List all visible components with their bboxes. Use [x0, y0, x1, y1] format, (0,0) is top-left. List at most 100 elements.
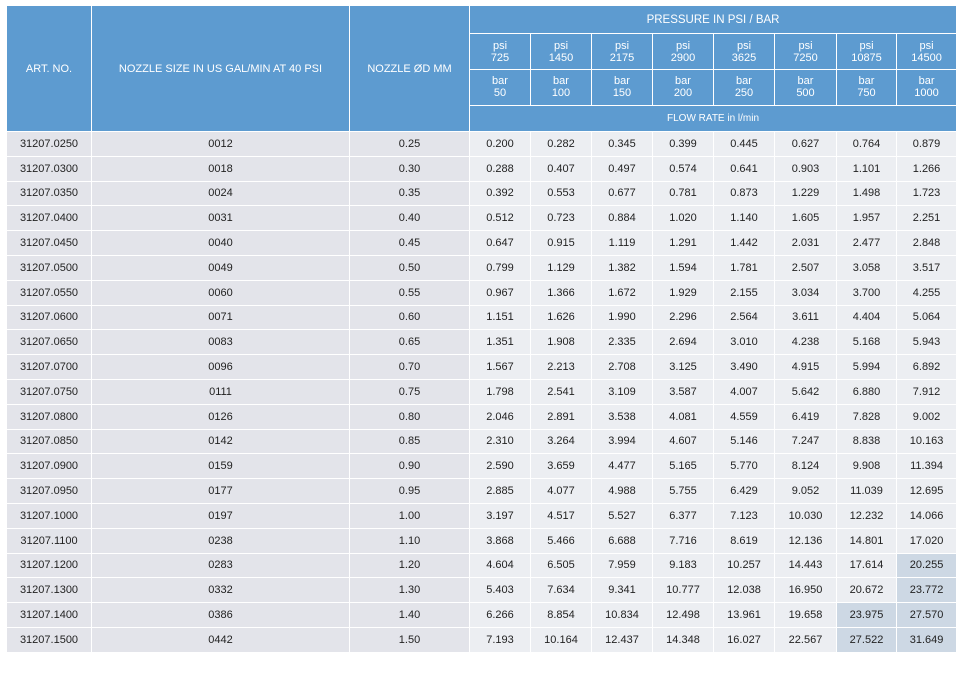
art-no-cell: 31207.1300 — [6, 577, 92, 604]
flow-rate-cell: 3.587 — [652, 378, 714, 405]
table-row: 31207.0850 0142 0.85 2.310 3.264 3.994 4.607 5.… — [6, 428, 958, 455]
flow-rate-cell: 31.649 — [895, 626, 958, 653]
table-row: 31207.0950 0177 0.95 2.885 4.077 4.988 5.755 6.… — [6, 478, 958, 504]
flow-rate-cell: 3.611 — [774, 304, 837, 331]
flow-rate-cell: 27.570 — [895, 602, 958, 628]
flow-rate-cell: 20.255 — [895, 552, 958, 579]
flow-rate-cell: 5.994 — [836, 354, 897, 380]
flow-rate-cell: 6.419 — [774, 403, 837, 430]
flow-rate-cell: 5.642 — [774, 378, 837, 405]
flow-rate-cell: 2.848 — [895, 230, 958, 256]
flow-rate-cell: 2.885 — [469, 478, 531, 504]
flow-rate-cell: 3.994 — [591, 428, 653, 455]
flow-rate-cell: 2.251 — [895, 205, 958, 232]
flow-rate-cell: 14.066 — [895, 502, 958, 529]
psi-value: 1450 — [548, 51, 574, 64]
psi-header-cell: psi 1450 — [530, 33, 592, 71]
flow-rate-cell: 2.477 — [836, 230, 897, 256]
flow-rate-cell: 0.553 — [530, 180, 592, 207]
art-no-cell: 31207.0950 — [6, 478, 92, 504]
flow-rate-cell: 8.619 — [713, 527, 775, 554]
nozzle-diameter-cell: 0.35 — [349, 180, 470, 207]
psi-value: 7250 — [793, 51, 818, 64]
bar-value: 500 — [796, 87, 815, 100]
flow-rate-cell: 17.614 — [836, 552, 897, 579]
flow-rate-cell: 11.394 — [895, 453, 958, 480]
flow-rate-cell: 1.723 — [895, 180, 958, 207]
nozzle-diameter-cell: 0.80 — [349, 403, 470, 430]
flow-rate-cell: 9.052 — [774, 478, 837, 504]
flow-rate-cell: 6.505 — [530, 552, 592, 579]
art-no-cell: 31207.0700 — [6, 354, 92, 380]
flow-rate-cell: 5.466 — [530, 527, 592, 554]
nozzle-size-cell: 0142 — [91, 428, 350, 455]
art-no-cell: 31207.0600 — [6, 304, 92, 331]
nozzle-diameter-cell: 1.30 — [349, 577, 470, 604]
flow-rate-cell: 2.031 — [774, 230, 837, 256]
header-flow-rate: FLOW RATE in l/min — [468, 104, 958, 133]
flow-rate-cell: 2.046 — [469, 403, 531, 430]
nozzle-size-cell: 0031 — [91, 205, 350, 232]
flow-rate-cell: 5.064 — [895, 304, 958, 331]
flow-rate-cell: 7.193 — [469, 626, 531, 653]
flow-rate-cell: 0.574 — [652, 155, 714, 182]
art-no-cell: 31207.1500 — [6, 626, 92, 653]
flow-rate-cell: 1.101 — [836, 155, 897, 182]
flow-rate-cell: 12.695 — [895, 478, 958, 504]
bar-header-cell: bar 1000 — [895, 69, 958, 106]
table-row: 31207.0550 0060 0.55 0.967 1.366 1.672 1.929 2.… — [6, 279, 958, 306]
art-no-cell: 31207.0650 — [6, 329, 92, 356]
flow-rate-cell: 0.879 — [895, 131, 958, 157]
table-row: 31207.0350 0024 0.35 0.392 0.553 0.677 0.781 0.… — [6, 180, 958, 207]
flow-rate-cell: 23.772 — [895, 577, 958, 604]
psi-unit-label: psi — [675, 39, 691, 52]
flow-rate-cell: 4.077 — [530, 478, 592, 504]
flow-rate-cell: 2.507 — [774, 254, 837, 281]
nozzle-diameter-cell: 0.60 — [349, 304, 470, 331]
bar-unit-label: bar — [797, 75, 814, 88]
flow-rate-cell: 5.527 — [591, 502, 653, 529]
psi-header-cell: psi 7250 — [774, 33, 837, 71]
flow-rate-cell: 4.081 — [652, 403, 714, 430]
flow-rate-cell: 7.634 — [530, 577, 592, 604]
flow-rate-cell: 1.020 — [652, 205, 714, 232]
table-header: ART. NO. NOZZLE SIZE IN US GAL/MIN AT 40… — [6, 4, 958, 133]
psi-value: 2175 — [609, 51, 635, 64]
flow-rate-cell: 0.781 — [652, 180, 714, 207]
flow-rate-cell: 7.247 — [774, 428, 837, 455]
nozzle-diameter-cell: 0.75 — [349, 378, 470, 405]
nozzle-size-cell: 0111 — [91, 378, 350, 405]
bar-value: 50 — [493, 87, 507, 100]
flow-rate-cell: 0.903 — [774, 155, 837, 182]
flow-rate-cell: 8.124 — [774, 453, 837, 480]
flow-rate-cell: 3.538 — [591, 403, 653, 430]
flow-rate-cell: 9.002 — [895, 403, 958, 430]
header-art-no: ART. NO. — [6, 5, 92, 132]
nozzle-diameter-cell: 1.20 — [349, 552, 470, 579]
table-row: 31207.0250 0012 0.25 0.200 0.282 0.345 0.399 0.… — [6, 131, 958, 157]
flow-rate-cell: 6.892 — [895, 354, 958, 380]
nozzle-diameter-cell: 0.25 — [349, 131, 470, 157]
flow-rate-cell: 4.517 — [530, 502, 592, 529]
flow-rate-cell: 16.027 — [713, 626, 775, 653]
flow-rate-cell: 1.798 — [469, 378, 531, 405]
bar-value: 200 — [673, 87, 693, 100]
flow-rate-cell: 3.197 — [469, 502, 531, 529]
table-row: 31207.1100 0238 1.10 3.868 5.466 6.688 7.716 8.… — [6, 527, 958, 554]
art-no-cell: 31207.0300 — [6, 155, 92, 182]
bar-unit-label: bar — [675, 75, 691, 88]
flow-rate-cell: 16.950 — [774, 577, 837, 604]
flow-rate-cell: 0.497 — [591, 155, 653, 182]
nozzle-size-cell: 0386 — [91, 602, 350, 628]
psi-header-cell: psi 2900 — [652, 33, 714, 71]
flow-rate-cell: 3.659 — [530, 453, 592, 480]
nozzle-diameter-cell: 0.65 — [349, 329, 470, 356]
flow-rate-cell: 5.165 — [652, 453, 714, 480]
flow-rate-cell: 2.694 — [652, 329, 714, 356]
bar-unit-label: bar — [858, 75, 875, 88]
table-row: 31207.0900 0159 0.90 2.590 3.659 4.477 5.165 5.… — [6, 453, 958, 480]
flow-rate-cell: 0.967 — [469, 279, 531, 306]
art-no-cell: 31207.0400 — [6, 205, 92, 232]
table-row: 31207.0400 0031 0.40 0.512 0.723 0.884 1.020 1.… — [6, 205, 958, 232]
flow-rate-cell: 0.288 — [469, 155, 531, 182]
